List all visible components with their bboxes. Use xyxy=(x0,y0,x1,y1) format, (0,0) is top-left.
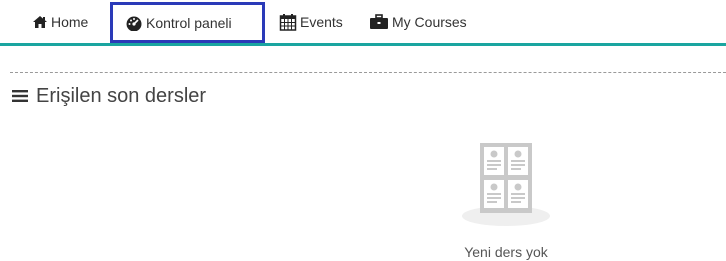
nav-home-label: Home xyxy=(51,13,89,30)
home-icon xyxy=(33,15,47,28)
top-navbar: Home Kontrol paneli Events My Courses xyxy=(0,0,726,46)
briefcase-icon xyxy=(370,13,388,29)
nav-my-courses-label: My Courses xyxy=(392,13,467,30)
list-icon xyxy=(12,90,28,102)
calendar-icon xyxy=(279,13,297,31)
empty-state-message: Yeni ders yok xyxy=(464,244,548,260)
nav-events[interactable]: Events xyxy=(279,0,343,43)
dashboard-icon xyxy=(126,16,142,31)
nav-my-courses[interactable]: My Courses xyxy=(369,0,467,43)
nav-dashboard-label: Kontrol paneli xyxy=(146,14,232,31)
nav-events-label: Events xyxy=(300,13,343,30)
nav-home[interactable]: Home xyxy=(32,0,88,43)
courses-empty-icon xyxy=(460,140,552,230)
section-title: Erişilen son dersler xyxy=(36,84,207,107)
nav-dashboard[interactable]: Kontrol paneli xyxy=(110,2,265,43)
section-divider xyxy=(10,72,726,73)
recent-courses-heading: Erişilen son dersler xyxy=(12,83,206,109)
